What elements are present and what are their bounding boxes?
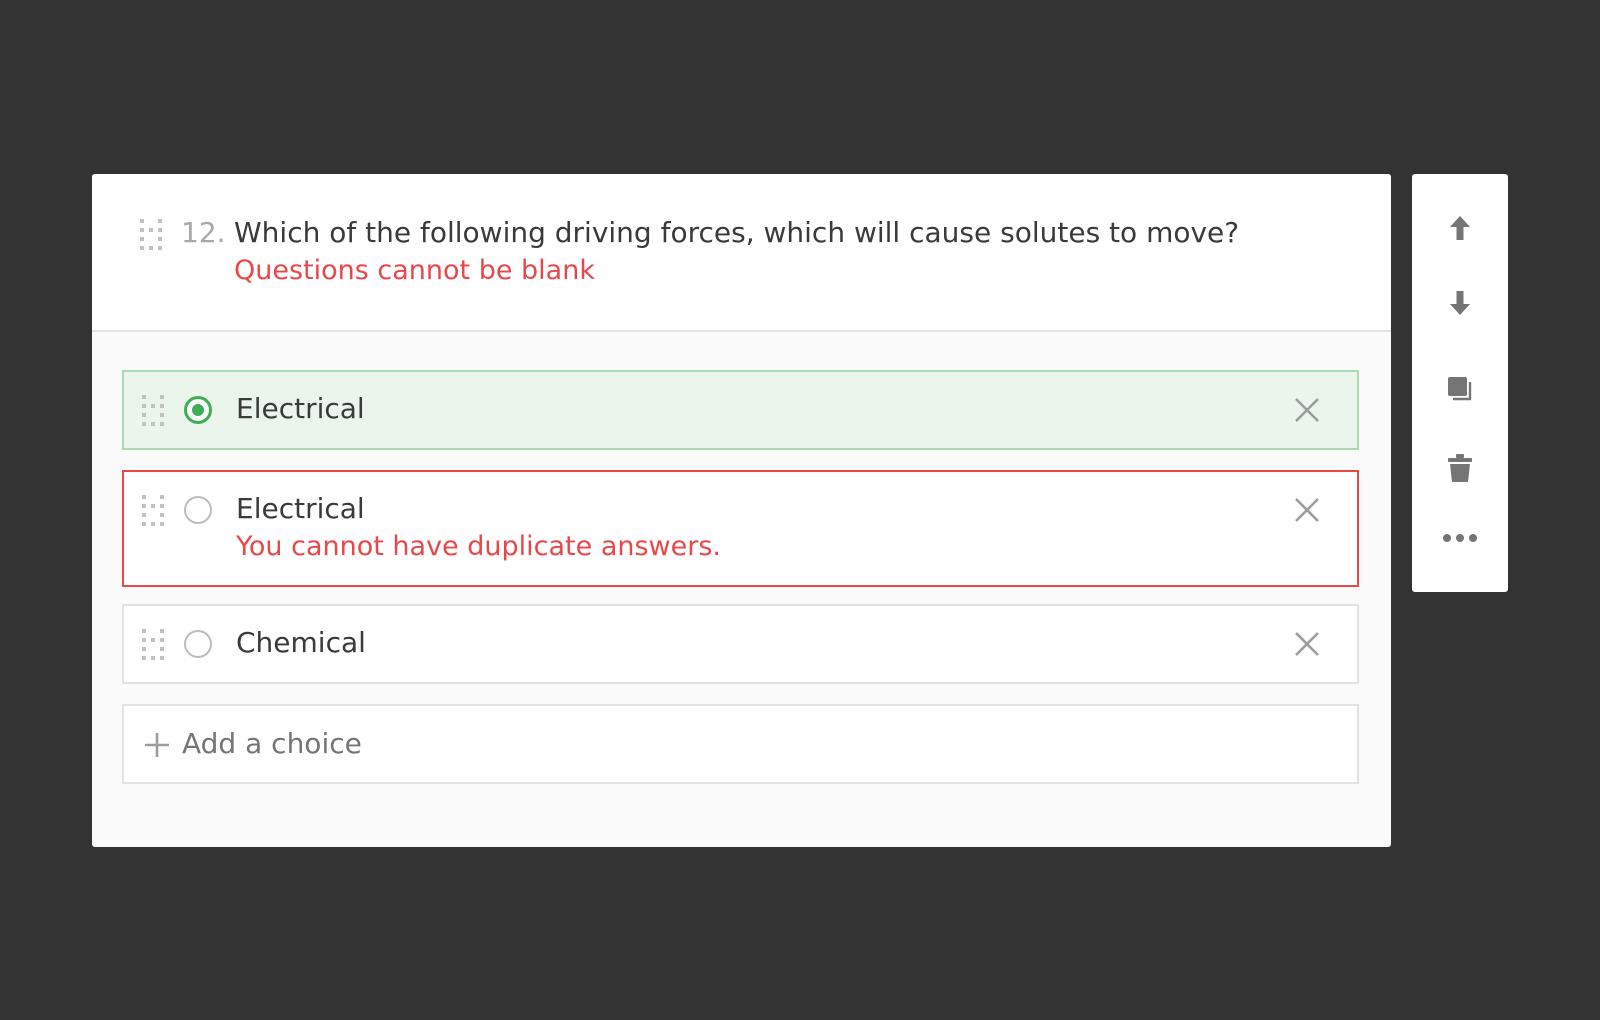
move-up-button[interactable] xyxy=(1436,204,1484,252)
question-header: 12. Which of the following driving force… xyxy=(92,174,1391,332)
choice-row-3: Chemical xyxy=(122,604,1359,684)
plus-icon xyxy=(145,733,169,757)
more-options-button[interactable] xyxy=(1436,514,1484,562)
arrow-up-icon xyxy=(1450,216,1470,240)
correct-answer-radio[interactable] xyxy=(184,630,212,658)
correct-answer-radio[interactable] xyxy=(184,496,212,524)
remove-choice-icon[interactable] xyxy=(1293,630,1321,658)
question-card: 12. Which of the following driving force… xyxy=(92,174,1391,847)
choice-row-2: Electrical You cannot have duplicate ans… xyxy=(122,470,1359,587)
add-choice-label: Add a choice xyxy=(182,727,362,760)
choice-row-1: Electrical xyxy=(122,370,1359,450)
arrow-down-icon xyxy=(1450,291,1470,315)
choice-drag-handle[interactable] xyxy=(142,395,164,426)
remove-choice-icon[interactable] xyxy=(1293,496,1321,524)
duplicate-button[interactable] xyxy=(1436,365,1484,413)
duplicate-icon xyxy=(1448,377,1472,401)
remove-choice-icon[interactable] xyxy=(1293,396,1321,424)
correct-answer-radio[interactable] xyxy=(184,396,212,424)
choice-label[interactable]: Chemical xyxy=(236,625,366,661)
delete-button[interactable] xyxy=(1436,444,1484,492)
question-error-message: Questions cannot be blank xyxy=(234,255,595,286)
question-number: 12. xyxy=(181,216,226,249)
question-drag-handle[interactable] xyxy=(140,219,162,250)
choice-label[interactable]: Electrical xyxy=(236,491,365,527)
move-down-button[interactable] xyxy=(1436,279,1484,327)
choice-drag-handle[interactable] xyxy=(142,629,164,660)
question-text[interactable]: Which of the following driving forces, w… xyxy=(234,215,1239,251)
trash-icon xyxy=(1448,454,1472,482)
add-choice-button[interactable]: Add a choice xyxy=(122,704,1359,784)
question-toolbar xyxy=(1412,174,1508,592)
choice-drag-handle[interactable] xyxy=(142,495,164,526)
choice-error-message: You cannot have duplicate answers. xyxy=(236,531,721,562)
more-icon xyxy=(1443,534,1477,542)
choice-label[interactable]: Electrical xyxy=(236,391,365,427)
